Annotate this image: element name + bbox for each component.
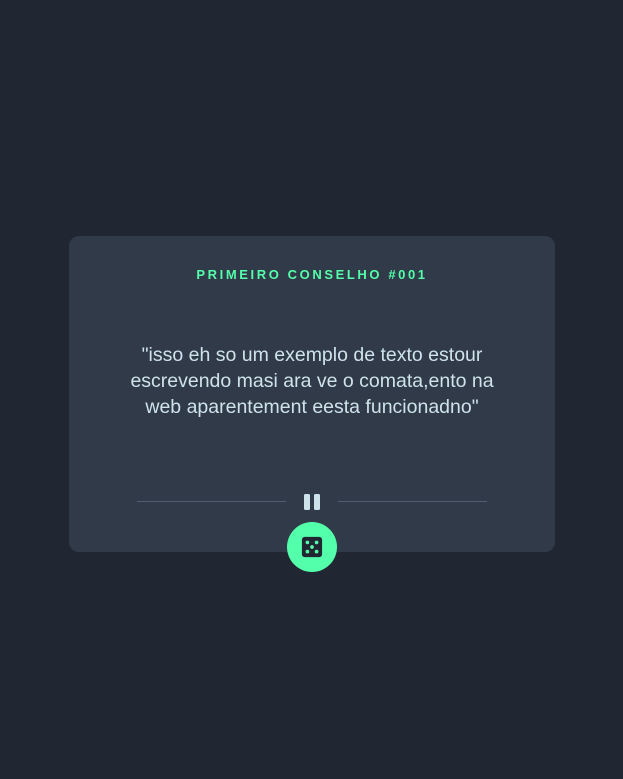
advice-quote: "isso eh so um exemplo de texto estour e…: [130, 344, 494, 418]
advice-title: PRIMEIRO CONSELHO #001: [196, 267, 428, 282]
advice-card: PRIMEIRO CONSELHO #001 "isso eh so um ex…: [69, 236, 555, 552]
divider-line-right: [338, 501, 487, 502]
pause-icon: [304, 494, 320, 510]
pause-bar-left: [304, 494, 310, 510]
dice-button[interactable]: [287, 522, 337, 572]
pause-bar-right: [314, 494, 320, 510]
page: PRIMEIRO CONSELHO #001 "isso eh so um ex…: [0, 0, 623, 779]
divider: [137, 494, 487, 510]
divider-line-left: [137, 501, 286, 502]
dice-icon: [301, 536, 323, 558]
